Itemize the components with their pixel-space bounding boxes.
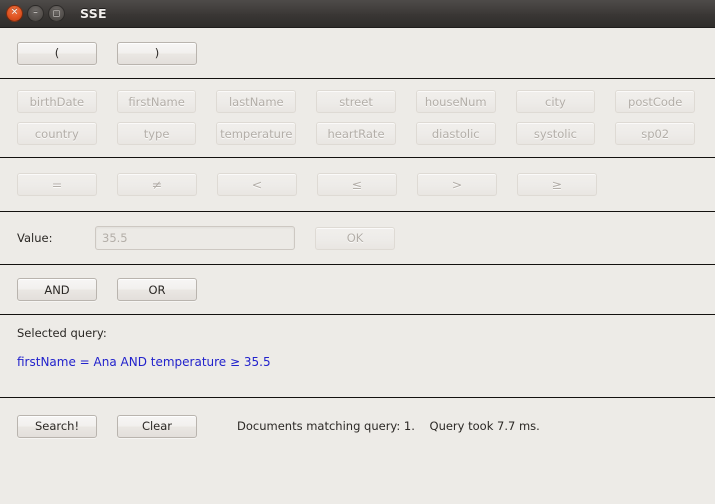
query-section: Selected query: firstName = Ana AND temp… [0, 315, 715, 397]
operator-button-greater-equal[interactable]: ≥ [517, 173, 597, 196]
maximize-icon: □ [52, 8, 61, 17]
and-button[interactable]: AND [17, 278, 97, 301]
operator-button-less-than[interactable]: < [217, 173, 297, 196]
fields-row-2: country type temperature heartRate diast… [0, 122, 715, 145]
bottom-action-row: Search! Clear Documents matching query: … [0, 398, 715, 454]
field-button-temperature[interactable]: temperature [216, 122, 297, 145]
field-button-systolic[interactable]: systolic [515, 122, 596, 145]
field-button-heartRate[interactable]: heartRate [316, 122, 396, 145]
operator-button-greater-than[interactable]: > [417, 173, 497, 196]
window-title: SSE [80, 6, 107, 21]
fields-row-1: birthDate firstName lastName street hous… [0, 90, 715, 113]
ok-button[interactable]: OK [315, 226, 395, 250]
field-button-type[interactable]: type [116, 122, 197, 145]
open-paren-button[interactable]: ( [17, 41, 97, 65]
close-icon: ✕ [10, 7, 19, 18]
close-paren-button[interactable]: ) [117, 41, 197, 65]
operator-button-equals[interactable]: = [17, 173, 97, 196]
selected-query-heading: Selected query: [17, 326, 107, 340]
main-content: ( ) birthDate firstName lastName street … [0, 28, 715, 504]
value-input[interactable] [95, 226, 295, 250]
field-button-street[interactable]: street [316, 90, 396, 113]
field-button-sp02[interactable]: sp02 [615, 122, 696, 145]
window-minimize-button[interactable]: – [27, 5, 44, 22]
operator-button-not-equals[interactable]: ≠ [117, 173, 197, 196]
field-button-country[interactable]: country [17, 122, 97, 145]
clear-button[interactable]: Clear [117, 414, 197, 438]
field-button-diastolic[interactable]: diastolic [415, 122, 496, 145]
operators-row: = ≠ < ≤ > ≥ [0, 158, 715, 211]
window-titlebar: ✕ – □ SSE [0, 0, 715, 28]
value-label: Value: [17, 231, 53, 245]
logic-row: AND OR [0, 265, 715, 314]
field-button-birthDate[interactable]: birthDate [17, 90, 97, 113]
parenthesis-row: ( ) [0, 28, 715, 78]
value-row: Value: OK [0, 212, 715, 264]
field-button-firstName[interactable]: firstName [116, 90, 197, 113]
window-maximize-button[interactable]: □ [48, 5, 65, 22]
status-text: Documents matching query: 1. Query took … [237, 419, 540, 433]
or-button[interactable]: OR [117, 278, 197, 301]
minimize-icon: – [33, 7, 38, 18]
field-button-houseNum[interactable]: houseNum [415, 90, 496, 113]
field-button-postCode[interactable]: postCode [615, 90, 696, 113]
operator-button-less-equal[interactable]: ≤ [317, 173, 397, 196]
field-button-city[interactable]: city [515, 90, 596, 113]
window-close-button[interactable]: ✕ [6, 5, 23, 22]
selected-query-text: firstName = Ana AND temperature ≥ 35.5 [17, 355, 271, 369]
field-button-lastName[interactable]: lastName [216, 90, 297, 113]
fields-section: birthDate firstName lastName street hous… [0, 79, 715, 157]
search-button[interactable]: Search! [17, 414, 97, 438]
